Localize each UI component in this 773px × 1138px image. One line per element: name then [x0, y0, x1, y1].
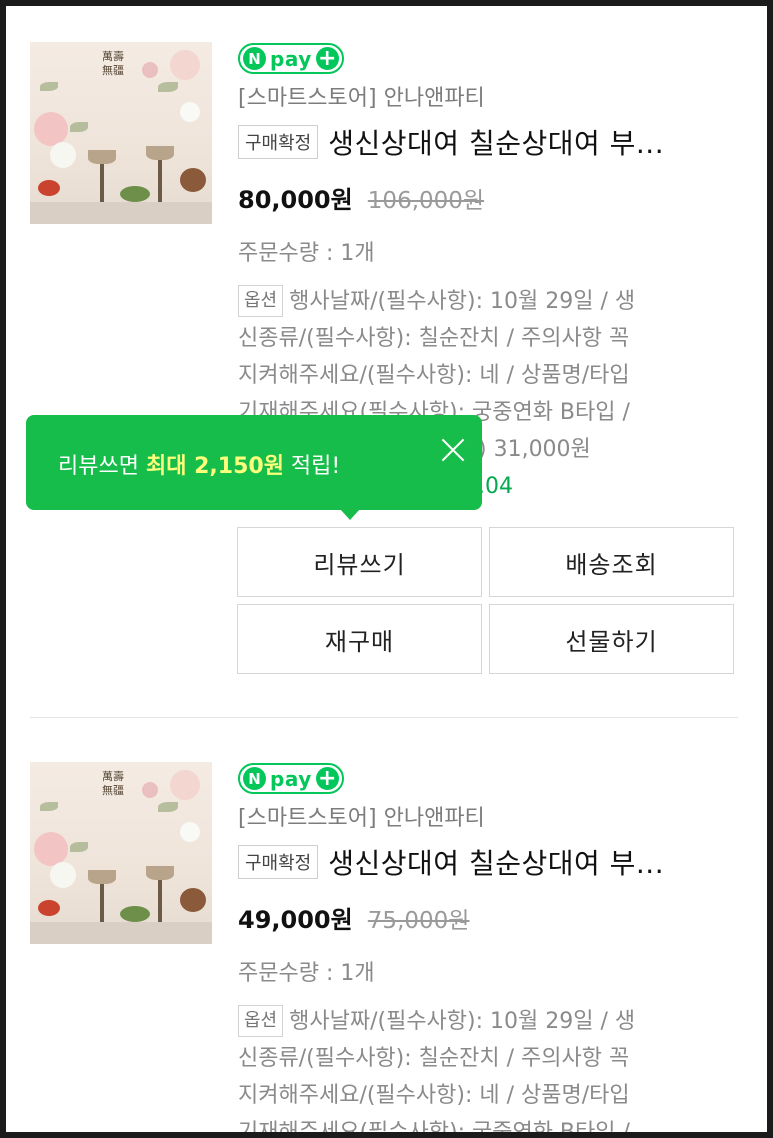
product-thumbnail[interactable]: 萬壽無疆 — [30, 42, 212, 224]
naver-pay-badge: N pay + — [238, 43, 344, 74]
option-line: 신종류/(필수사항): 칠순잔치 / 주의사항 꼭 — [238, 326, 630, 351]
option-badge: 옵션 — [238, 1005, 284, 1037]
sale-price: 49,000원 — [238, 906, 353, 934]
product-title[interactable]: 생신상대여 칠순상대여 부... — [328, 842, 664, 882]
original-price: 75,000원 — [367, 908, 470, 934]
divider — [30, 717, 738, 718]
store-name[interactable]: [스마트스토어] 안나앤파티 — [238, 800, 738, 832]
plus-icon: + — [315, 767, 339, 790]
close-icon[interactable] — [438, 435, 468, 465]
option-line: 신종류/(필수사항): 칠순잔치 / 주의사항 꼭 — [238, 1046, 630, 1071]
naver-n-icon: N — [243, 767, 266, 790]
tooltip-arrow — [340, 509, 360, 520]
option-line: 행사날짜/(필수사항): 10월 29일 / 생 — [289, 1009, 636, 1034]
review-reward-tooltip[interactable]: 리뷰쓰면 최대 2,150원 적립! — [26, 415, 482, 520]
order-quantity: 주문수량 : 1개 — [238, 961, 375, 986]
rebuy-button[interactable]: 재구매 — [237, 604, 482, 674]
option-line: 행사날짜/(필수사항): 10월 29일 / 생 — [289, 289, 636, 314]
option-badge: 옵션 — [238, 285, 284, 317]
plus-icon: + — [315, 47, 339, 70]
naver-n-icon: N — [243, 47, 266, 70]
naver-pay-badge: N pay + — [238, 763, 344, 794]
pay-label: pay — [270, 766, 312, 791]
order-list: 萬壽無疆 N pay + [스마트스토어] 안나앤파티 구매확정 생신상대여 칠… — [6, 6, 767, 1132]
status-badge: 구매확정 — [238, 125, 319, 159]
track-delivery-button[interactable]: 배송조회 — [489, 527, 734, 597]
calligraphy-text: 萬壽無疆 — [102, 770, 124, 797]
tooltip-highlight: 최대 2,150원 — [145, 454, 284, 479]
option-details: 옵션 행사날짜/(필수사항): 10월 29일 / 생 신종류/(필수사항): 칠… — [238, 1003, 738, 1132]
tooltip-suffix: 적립! — [283, 454, 341, 479]
product-thumbnail[interactable]: 萬壽無疆 — [30, 762, 212, 944]
tooltip-prefix: 리뷰쓰면 — [58, 454, 146, 479]
option-line: 기재해주세요(필수사항): 궁중연화 B타입 / — [238, 1114, 738, 1132]
gift-button[interactable]: 선물하기 — [489, 604, 734, 674]
store-name[interactable]: [스마트스토어] 안나앤파티 — [238, 80, 738, 112]
pay-label: pay — [270, 46, 312, 71]
status-badge: 구매확정 — [238, 845, 319, 879]
calligraphy-text: 萬壽無疆 — [102, 50, 124, 77]
original-price: 106,000원 — [367, 188, 485, 214]
option-line: 지켜해주세요/(필수사항): 네 / 상품명/타입 — [238, 363, 630, 388]
product-title[interactable]: 생신상대여 칠순상대여 부... — [328, 122, 664, 162]
write-review-button[interactable]: 리뷰쓰기 — [237, 527, 482, 597]
sale-price: 80,000원 — [238, 186, 353, 214]
tooltip-text: 리뷰쓰면 최대 2,150원 적립! — [58, 448, 340, 480]
order-quantity: 주문수량 : 1개 — [238, 241, 375, 266]
option-line: 지켜해주세요/(필수사항): 네 / 상품명/타입 — [238, 1083, 630, 1108]
